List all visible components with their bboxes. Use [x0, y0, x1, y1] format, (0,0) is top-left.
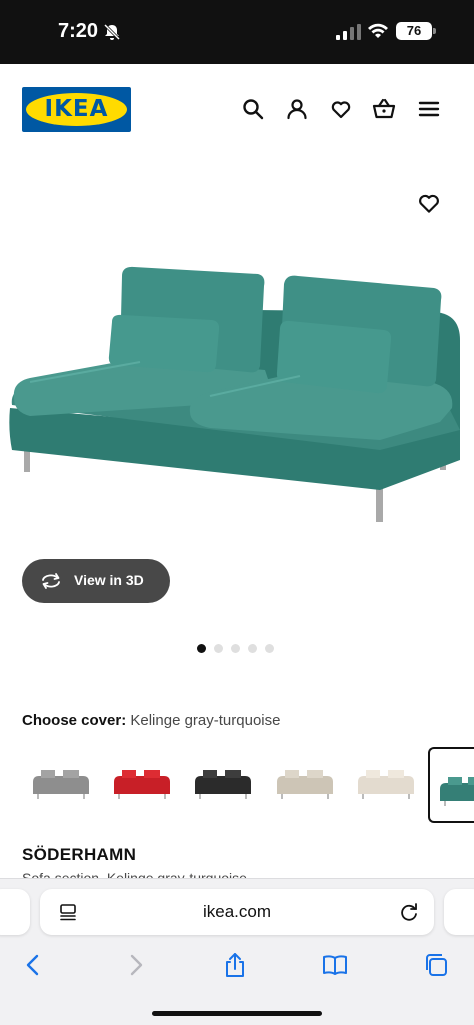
previous-tab-preview[interactable]: [0, 889, 30, 935]
choose-cover: Choose cover: Kelinge gray-turquoise: [22, 712, 280, 729]
battery-indicator: 76: [396, 22, 432, 40]
choose-cover-value: Kelinge gray-turquoise: [130, 712, 281, 729]
carousel-dot[interactable]: [197, 644, 206, 653]
share-icon[interactable]: [221, 951, 249, 979]
bookmarks-icon[interactable]: [321, 951, 349, 979]
swatch-gray[interactable]: [27, 752, 93, 808]
cellular-signal-icon: [336, 24, 361, 40]
swatch-off-white[interactable]: [352, 752, 418, 808]
product-name: SÖDERHAMN: [22, 845, 137, 864]
view-in-3d-label: View in 3D: [74, 572, 144, 588]
address-bar[interactable]: ikea.com: [40, 889, 434, 935]
silent-mode-icon: [103, 23, 121, 41]
view-in-3d-button[interactable]: View in 3D: [22, 559, 170, 603]
favorites-icon[interactable]: [329, 97, 353, 121]
tabs-icon[interactable]: [422, 951, 450, 979]
browser-toolbar: ikea.com: [0, 878, 474, 1025]
swatch-gray-turquoise-selected[interactable]: [428, 747, 474, 823]
product-description: Sofa section, Kelinge gray-turquoise: [22, 870, 247, 878]
status-bar: 7:20 76: [0, 0, 474, 64]
site-header: IKEA: [0, 64, 474, 154]
swatch-gray-turquoise: [440, 777, 474, 806]
choose-cover-label: Choose cover:: [22, 712, 127, 729]
basket-icon[interactable]: [372, 97, 396, 121]
swatch-beige[interactable]: [271, 752, 337, 808]
carousel-dot[interactable]: [248, 644, 257, 653]
next-tab-preview[interactable]: [444, 889, 474, 935]
swatch-black[interactable]: [189, 752, 255, 808]
ikea-logo[interactable]: IKEA: [22, 87, 131, 132]
search-icon[interactable]: [241, 97, 265, 121]
reload-icon[interactable]: [398, 901, 420, 923]
home-indicator: [152, 1011, 322, 1016]
menu-icon[interactable]: [417, 97, 441, 121]
add-to-favorites-icon[interactable]: [416, 190, 442, 216]
forward-icon[interactable]: [121, 951, 149, 979]
logo-text: IKEA: [44, 96, 109, 122]
account-icon[interactable]: [285, 97, 309, 121]
carousel-dot[interactable]: [214, 644, 223, 653]
url-text: ikea.com: [202, 902, 272, 921]
back-icon[interactable]: [20, 951, 48, 979]
rotate-3d-icon: [42, 573, 60, 589]
carousel-dot[interactable]: [231, 644, 240, 653]
carousel-dot[interactable]: [265, 644, 274, 653]
battery-tip: [433, 28, 436, 34]
wifi-icon: [368, 23, 388, 38]
status-time: 7:20: [58, 20, 99, 42]
swatch-red[interactable]: [108, 752, 174, 808]
